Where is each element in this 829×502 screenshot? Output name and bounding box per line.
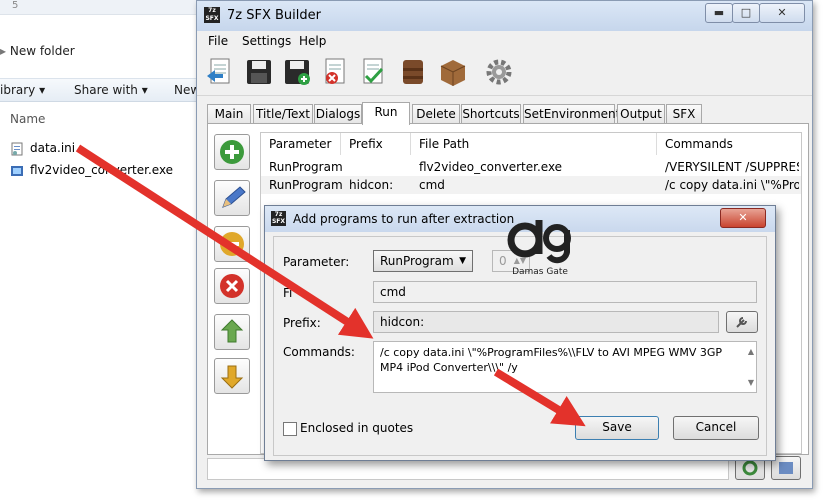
tab-shortcuts[interactable]: Shortcuts — [461, 104, 521, 123]
toolbar — [197, 51, 812, 96]
explorer-header-strip: 5 — [0, 0, 200, 15]
column-header-parameter[interactable]: Parameter — [261, 133, 341, 155]
cell-file-path: cmd — [419, 178, 445, 192]
file-name: data.ini — [30, 141, 76, 155]
name-column-header[interactable]: Name — [10, 112, 45, 126]
status-field — [207, 458, 729, 480]
remove-icon[interactable] — [214, 268, 250, 304]
check-document-icon[interactable] — [357, 56, 389, 88]
ini-file-icon — [10, 142, 24, 156]
file-label: Fi — [283, 286, 293, 300]
cancel-button[interactable]: Cancel — [673, 416, 759, 440]
cell-parameter: RunProgram — [269, 178, 343, 192]
table-row[interactable]: RunProgram flv2video_converter.exe /VERY… — [261, 158, 801, 176]
tab-sfx[interactable]: SFX — [666, 104, 702, 123]
explorer-toolbar: ibrary ▾ Share with ▾ New — [0, 78, 200, 102]
enclosed-quotes-checkbox[interactable] — [283, 422, 297, 436]
table-row[interactable]: RunProgram hidcon: cmd /c copy data.ini … — [261, 176, 801, 194]
menu-help[interactable]: Help — [299, 34, 326, 48]
watermark-text: Damas Gate — [512, 267, 568, 277]
library-menu[interactable]: ibrary ▾ — [0, 83, 45, 97]
commands-label: Commands: — [283, 345, 355, 359]
column-header-file-path[interactable]: File Path — [411, 133, 657, 155]
minimize-button[interactable]: ▬ — [705, 3, 733, 23]
move-up-icon[interactable] — [214, 314, 250, 350]
commands-value: /c copy data.ini \"%ProgramFiles%\\FLV t… — [380, 346, 723, 374]
chevron-down-icon: ▼ — [459, 256, 466, 266]
move-down-icon[interactable] — [214, 358, 250, 394]
dialog-close-button[interactable]: ✕ — [720, 208, 766, 228]
enclosed-quotes-label: Enclosed in quotes — [300, 421, 414, 435]
breadcrumb[interactable]: ▸ New folder — [0, 44, 75, 58]
parameter-select[interactable]: RunProgram ▼ — [373, 250, 473, 272]
tab-strip: Main Title/Text Dialogs Run Delete Short… — [207, 102, 807, 125]
add-icon[interactable] — [214, 134, 250, 170]
package-icon[interactable] — [437, 56, 469, 88]
add-program-dialog: 7z SFX Add programs to run after extract… — [264, 205, 776, 461]
tab-setenvironment[interactable]: SetEnvironment — [523, 104, 620, 123]
cell-commands: /VERYSILENT /SUPPRESS... — [665, 160, 799, 174]
save-icon[interactable] — [243, 56, 275, 88]
tab-output[interactable]: Output — [617, 104, 665, 123]
cell-commands: /c copy data.ini \"%Progr... — [665, 178, 799, 192]
breadcrumb-folder[interactable]: New folder — [10, 44, 75, 58]
dialog-app-icon: 7z SFX — [271, 211, 286, 226]
close-button[interactable]: ✕ — [759, 3, 805, 23]
cell-file-path: flv2video_converter.exe — [419, 160, 563, 174]
damas-gate-logo: Damas Gate — [505, 218, 575, 280]
parameter-select-value: RunProgram — [380, 254, 454, 268]
gear-icon[interactable] — [483, 56, 515, 88]
share-with-menu[interactable]: Share with ▾ — [74, 83, 148, 97]
commands-textarea[interactable]: /c copy data.ini \"%ProgramFiles%\\FLV t… — [373, 341, 757, 393]
save-as-icon[interactable] — [281, 56, 313, 88]
new-document-icon[interactable] — [205, 56, 237, 88]
file-item[interactable]: data.ini — [10, 140, 75, 156]
prefix-value: hidcon: — [380, 315, 425, 329]
menu-bar: File Settings Help — [197, 31, 812, 51]
save-button[interactable]: Save — [575, 416, 659, 440]
prefix-input[interactable]: hidcon: — [373, 311, 719, 333]
file-item[interactable]: flv2video_converter.exe — [10, 162, 173, 178]
edit-pencil-icon[interactable] — [214, 180, 250, 216]
prefix-label: Prefix: — [283, 316, 321, 330]
prefix-browse-button[interactable] — [726, 311, 758, 333]
column-header-prefix[interactable]: Prefix — [341, 133, 411, 155]
file-name: flv2video_converter.exe — [30, 163, 174, 177]
tab-title-text[interactable]: Title/Text — [253, 104, 313, 123]
menu-file[interactable]: File — [208, 34, 228, 48]
menu-settings[interactable]: Settings — [242, 34, 291, 48]
column-header-commands[interactable]: Commands — [657, 133, 801, 155]
app-icon: 7z SFX — [204, 7, 220, 23]
tab-delete[interactable]: Delete — [412, 104, 460, 123]
explorer-window: 5 ▸ New folder ibrary ▾ Share with ▾ New… — [0, 0, 200, 502]
file-path-value: cmd — [380, 285, 406, 299]
minus-icon[interactable] — [214, 226, 250, 262]
scroll-down-icon[interactable]: ▼ — [748, 375, 754, 390]
window-title: 7z SFX Builder — [227, 8, 321, 23]
explorer-number: 5 — [12, 0, 19, 11]
cell-prefix: hidcon: — [349, 178, 394, 192]
archive-icon[interactable] — [397, 56, 429, 88]
cell-parameter: RunProgram — [269, 160, 343, 174]
exe-file-icon — [10, 164, 24, 178]
file-path-input[interactable]: cmd — [373, 281, 757, 303]
title-bar[interactable]: 7z SFX 7z SFX Builder ▬ □ ✕ — [197, 1, 812, 31]
tab-run[interactable]: Run — [362, 102, 410, 125]
delete-document-icon[interactable] — [319, 56, 351, 88]
parameter-label: Parameter: — [283, 255, 350, 269]
scroll-up-icon[interactable]: ▲ — [748, 344, 754, 359]
dialog-title: Add programs to run after extraction — [293, 212, 515, 226]
tab-main[interactable]: Main — [207, 104, 251, 123]
maximize-button[interactable]: □ — [732, 3, 760, 23]
tab-dialogs[interactable]: Dialogs — [314, 104, 362, 123]
